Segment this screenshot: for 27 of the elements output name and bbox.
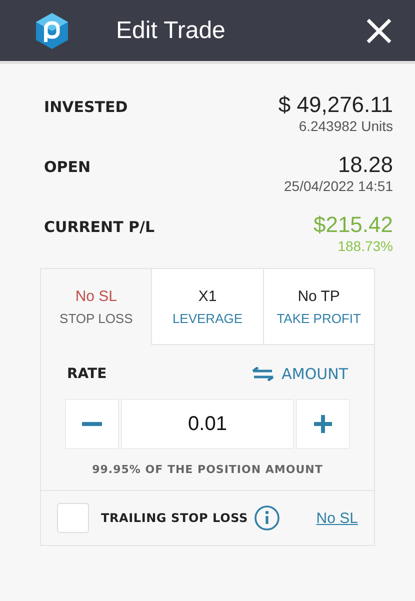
rate-label: RATE xyxy=(67,366,107,382)
plus-icon xyxy=(314,415,332,433)
swap-arrows-icon xyxy=(252,367,274,381)
summary-value: 18.28 xyxy=(338,152,393,178)
app-logo-icon xyxy=(34,12,70,50)
trailing-label: TRAILING STOP LOSS xyxy=(101,511,248,525)
summary-subvalue: 188.73% xyxy=(338,238,393,254)
minus-icon xyxy=(82,422,102,426)
trailing-checkbox[interactable] xyxy=(57,503,89,533)
tab[interactable]: No TP TAKE PROFIT xyxy=(262,269,374,345)
rate-input[interactable]: 0.01 xyxy=(121,399,294,449)
close-icon[interactable] xyxy=(365,16,393,44)
summary-label: OPEN xyxy=(44,158,91,176)
info-icon[interactable] xyxy=(254,505,280,531)
minus-button[interactable] xyxy=(65,399,119,449)
amount-button[interactable]: AMOUNT xyxy=(252,365,348,383)
summary-value: $ 49,276.11 xyxy=(278,92,393,118)
tab[interactable]: X1 LEVERAGE xyxy=(151,269,263,345)
summary-label: INVESTED xyxy=(44,98,128,116)
header-title: Edit Trade xyxy=(116,16,226,44)
stop-loss-link[interactable]: No SL xyxy=(316,510,358,526)
position-note: 99.95% OF THE POSITION AMOUNT xyxy=(91,462,324,478)
summary-subvalue: 6.243982 Units xyxy=(298,118,393,134)
summary-value: $215.42 xyxy=(313,212,393,238)
plus-button[interactable] xyxy=(296,399,350,449)
summary-subvalue: 25/04/2022 14:51 xyxy=(284,178,393,194)
summary-label: CURRENT P/L xyxy=(44,218,155,236)
